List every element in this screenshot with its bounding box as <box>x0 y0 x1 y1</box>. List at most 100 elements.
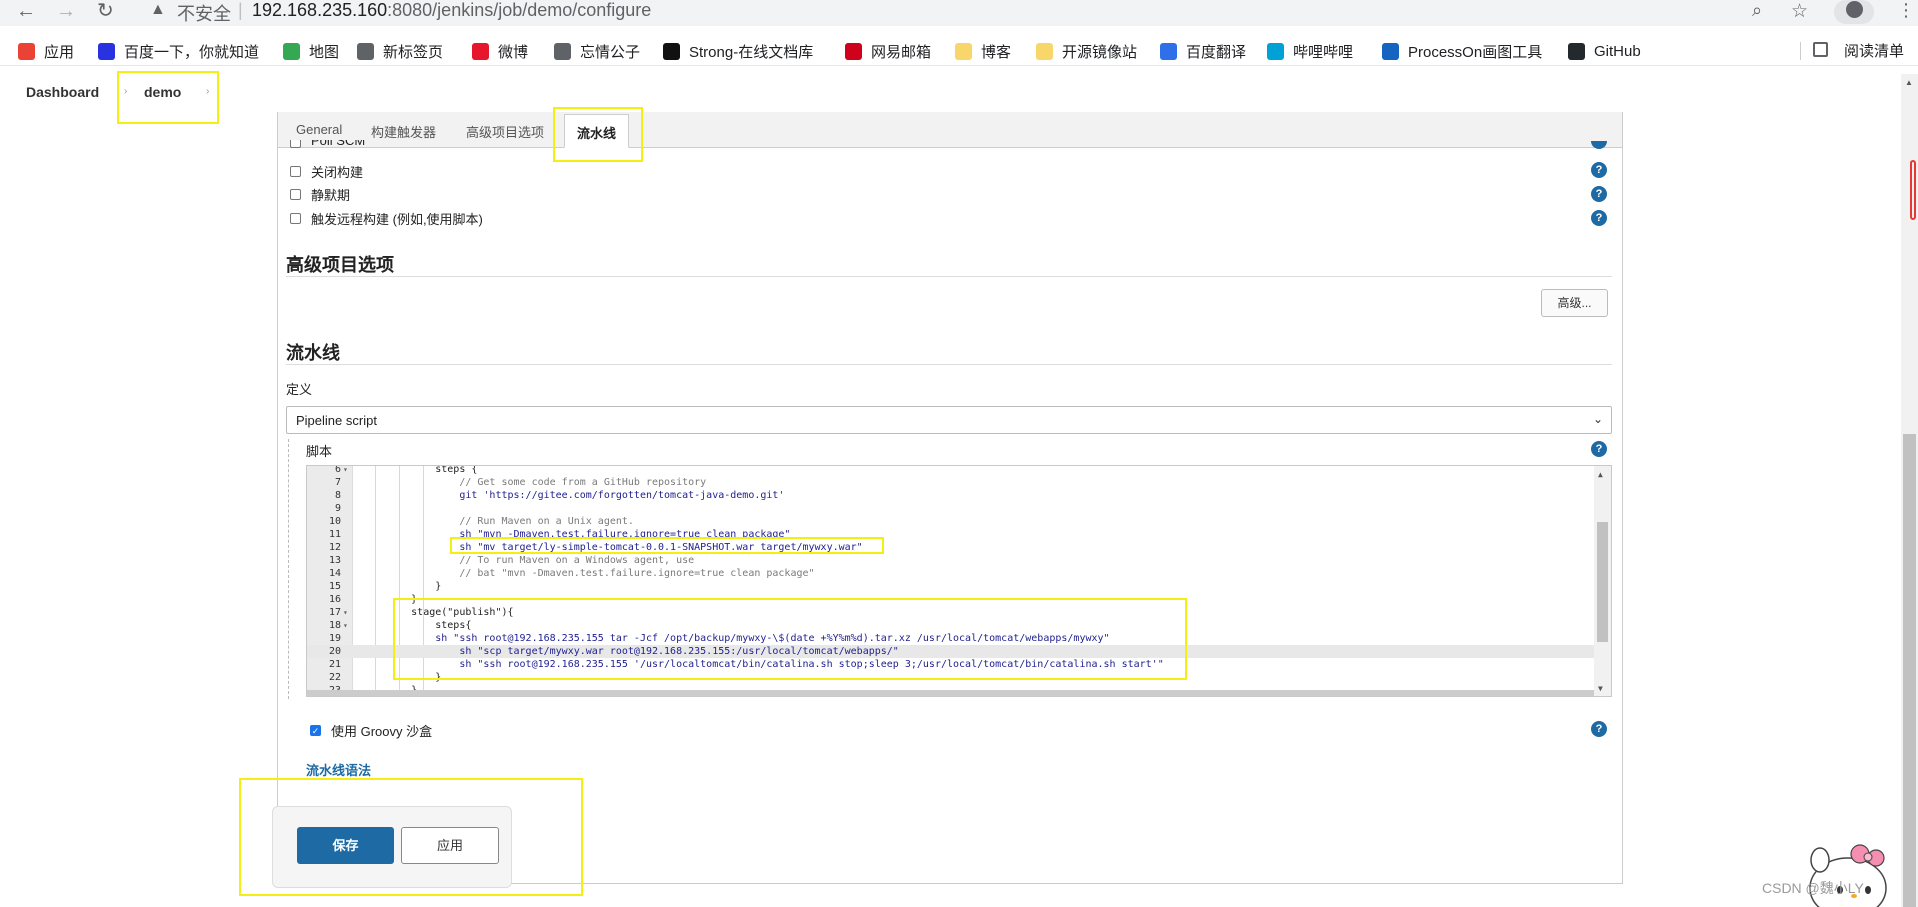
page-scroll-thumb[interactable] <box>1903 434 1916 907</box>
section-divider <box>286 276 1612 277</box>
code-line[interactable]: 7 // Get some code from a GitHub reposit… <box>307 476 1595 489</box>
help-icon[interactable]: ? <box>1591 441 1607 457</box>
bookmark-item[interactable]: 博客 <box>955 40 1011 62</box>
code-line[interactable]: 13 // To run Maven on a Windows agent, u… <box>307 554 1595 567</box>
pipeline-syntax-link[interactable]: 流水线语法 <box>306 760 371 779</box>
tab-general[interactable]: General <box>296 122 342 137</box>
bookmark-item[interactable]: 网易邮箱 <box>845 40 931 62</box>
scroll-up-icon[interactable]: ▲ <box>1905 78 1913 87</box>
groovy-sandbox-checkbox[interactable]: ✓ <box>310 725 321 736</box>
profile-button[interactable] <box>1834 0 1874 24</box>
line-number: 13 <box>328 555 341 566</box>
script-label: 脚本 <box>306 444 333 459</box>
bookmark-item[interactable]: 百度翻译 <box>1160 40 1246 62</box>
forward-arrow-icon[interactable]: → <box>56 0 76 22</box>
line-number: 19 <box>328 633 341 644</box>
line-number: 10 <box>328 516 341 527</box>
trigger-disable-build[interactable]: 关闭构建 <box>290 162 363 180</box>
code-line[interactable]: 8 git 'https://gitee.com/forgotten/tomca… <box>307 489 1595 502</box>
remote-build-label: 触发远程构建 (例如,使用脚本) <box>311 211 483 227</box>
bookmark-item[interactable]: Strong-在线文档库 <box>663 40 813 62</box>
advanced-button[interactable]: 高级... <box>1541 289 1608 317</box>
disable-build-checkbox[interactable] <box>290 165 301 177</box>
fold-toggle-icon[interactable]: ▾ <box>343 606 348 619</box>
help-icon[interactable]: ? <box>1591 186 1607 202</box>
fold-toggle-icon[interactable]: ▾ <box>343 466 348 476</box>
code-line[interactable]: 9 <box>307 502 1595 515</box>
bookmark-item[interactable]: 哔哩哔哩 <box>1267 40 1353 62</box>
bookmark-item[interactable]: ProcessOn画图工具 <box>1382 40 1542 62</box>
code-line[interactable]: 15 } <box>307 580 1595 593</box>
breadcrumb-dashboard[interactable]: Dashboard <box>26 84 99 100</box>
baidu-translate-icon <box>1160 42 1177 60</box>
reload-icon[interactable]: ↻ <box>97 0 114 22</box>
back-arrow-icon[interactable]: ← <box>16 0 36 22</box>
bookmark-item[interactable]: 百度一下，你就知道 <box>98 40 259 62</box>
definition-select[interactable]: Pipeline script ⌄ <box>286 406 1612 434</box>
scroll-down-icon[interactable]: ▼ <box>1598 684 1603 693</box>
bookmark-item[interactable]: 忘情公子 <box>554 40 640 62</box>
editor-scroll-thumb[interactable] <box>1597 522 1608 642</box>
groovy-sandbox-option[interactable]: ✓ 使用 Groovy 沙盒 <box>310 721 432 740</box>
reading-list-icon[interactable] <box>1813 42 1828 57</box>
url-host: 192.168.235.160 <box>252 0 388 20</box>
bookmark-star-icon[interactable]: ☆ <box>1791 0 1808 23</box>
poll-scm-checkbox[interactable] <box>290 140 301 148</box>
script-group-indent <box>288 439 289 699</box>
line-number: 7 <box>334 477 341 488</box>
code-line[interactable]: 10 // Run Maven on a Unix agent. <box>307 515 1595 528</box>
trigger-quiet-period[interactable]: 静默期 <box>290 185 350 203</box>
bookmark-item[interactable]: GitHub <box>1568 40 1641 62</box>
editor-vertical-scrollbar[interactable]: ▲ ▼ <box>1594 466 1611 696</box>
folder-icon <box>955 42 972 60</box>
scroll-up-icon[interactable]: ▲ <box>1598 470 1603 479</box>
remote-build-checkbox[interactable] <box>290 212 301 224</box>
bookmarks-divider <box>1800 42 1801 60</box>
bookmark-label: ProcessOn画图工具 <box>1408 43 1543 61</box>
quiet-period-checkbox[interactable] <box>290 188 301 200</box>
bookmark-label: Strong-在线文档库 <box>689 43 814 61</box>
line-number: 17 <box>328 607 341 618</box>
help-icon[interactable]: ? <box>1591 162 1607 178</box>
bookmark-label: 哔哩哔哩 <box>1293 43 1354 61</box>
code-text: // To run Maven on a Windows agent, use <box>363 555 695 566</box>
help-icon[interactable]: ? <box>1591 210 1607 226</box>
bookmark-label: 应用 <box>44 43 75 61</box>
csdn-watermark: CSDN @魏小LY <box>1762 880 1864 896</box>
tab-build-triggers[interactable]: 构建触发器 <box>371 122 436 141</box>
definition-selected-value: Pipeline script <box>296 413 377 428</box>
code-line[interactable]: 6 ▾ steps { <box>307 466 1595 476</box>
bookmark-label: 新标签页 <box>383 43 444 61</box>
fold-toggle-icon[interactable]: ▾ <box>343 619 348 632</box>
bookmark-item[interactable]: 应用 <box>18 40 74 62</box>
config-tabs: General 构建触发器 高级项目选项 流水线 <box>278 112 1622 148</box>
editor-horizontal-scrollbar[interactable] <box>307 690 1595 696</box>
quiet-period-label: 静默期 <box>311 187 351 203</box>
tab-advanced-options[interactable]: 高级项目选项 <box>466 122 544 141</box>
bookmark-label: 百度翻译 <box>1186 43 1247 61</box>
github-icon <box>1568 42 1585 60</box>
line-number: 18 <box>328 620 341 631</box>
warning-triangle-icon[interactable]: ▲ <box>150 1 166 19</box>
zoom-icon[interactable]: ⌕ <box>1752 0 1762 21</box>
advanced-options-heading: 高级项目选项 <box>286 255 394 275</box>
bookmark-label: 网易邮箱 <box>871 43 932 61</box>
trigger-remote-build[interactable]: 触发远程构建 (例如,使用脚本) <box>290 209 483 227</box>
baidu-paw-icon <box>98 42 115 60</box>
browser-menu-icon[interactable]: ⋮ <box>1897 0 1915 21</box>
help-icon[interactable]: ? <box>1591 721 1607 737</box>
bookmark-item[interactable]: 地图 <box>283 40 339 62</box>
security-label[interactable]: 不安全 <box>177 0 231 26</box>
bookmark-item[interactable]: 开源镜像站 <box>1036 40 1137 62</box>
code-line[interactable]: 14 // bat "mvn -Dmaven.test.failure.igno… <box>307 567 1595 580</box>
line-number: 21 <box>328 659 341 670</box>
reading-list-link[interactable]: 阅读清单 <box>1844 40 1904 61</box>
bookmark-item[interactable]: 微博 <box>472 40 528 62</box>
annotation-highlight-breadcrumb <box>117 71 219 124</box>
url-path: :8080/jenkins/job/demo/configure <box>387 0 652 20</box>
url-text[interactable]: 192.168.235.160:8080/jenkins/job/demo/co… <box>252 0 651 21</box>
trigger-poll-scm[interactable]: Poll SCM <box>290 140 365 148</box>
code-text: // bat "mvn -Dmaven.test.failure.ignore=… <box>363 568 815 579</box>
weibo-icon <box>472 42 489 60</box>
bookmark-item[interactable]: 新标签页 <box>357 40 443 62</box>
